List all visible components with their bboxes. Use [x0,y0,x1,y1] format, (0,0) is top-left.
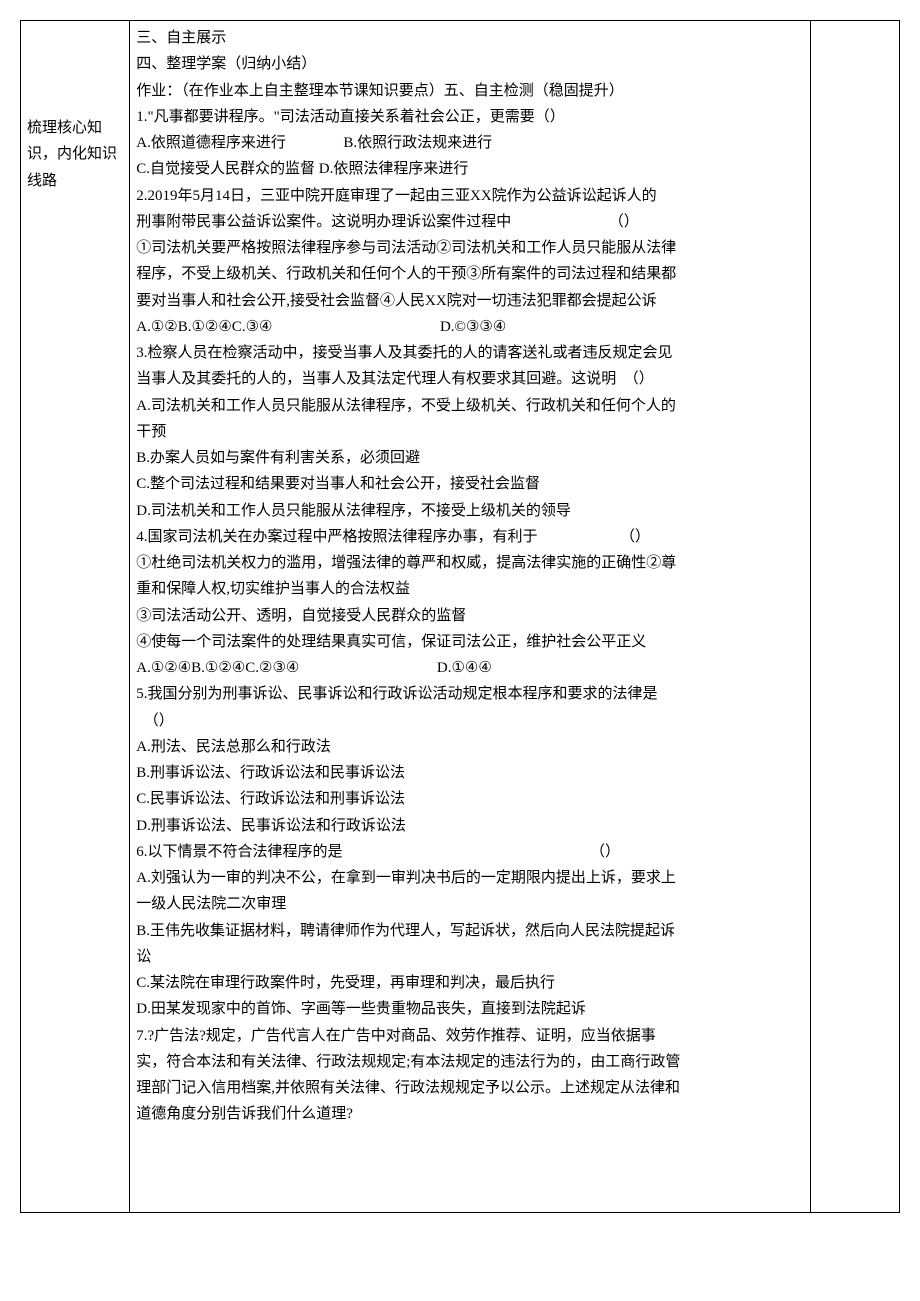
q5-line2: （） [136,708,804,734]
content-cell: 三、自主展示 四、整理学案（归纳小结） 作业：（在作业本上自主整理本节课知识要点… [130,21,811,1213]
q4-line3: 重和保障人权,切实维护当事人的合法权益 [136,576,804,602]
q4-opt-d: D.①④④ [437,660,492,676]
worksheet-table: 梳理核心知识，内化知识线路 三、自主展示 四、整理学案（归纳小结） 作业：（在作… [20,20,900,1213]
q2-line1: 2.2019年5月14日，三亚中院开庭审理了一起由三亚XX院作为公益诉讼起诉人的 [136,183,804,209]
q3-opt-a-line2: 干预 [136,419,804,445]
q4-opt-abc: A.①②④B.①②④C.②③④ [136,660,299,676]
q2-opt-d: D.©③③④ [440,319,506,335]
q2-line5: 要对当事人和社会公开,接受社会监督④人民XX院对一切违法犯罪都会提起公诉 [136,288,804,314]
q7-line4: 道德角度分别告诉我们什么道理? [136,1101,804,1127]
q5-line1: 5.我国分别为刑事诉讼、民事诉讼和行政诉讼活动规定根本程序和要求的法律是 [136,681,804,707]
q6-opt-c: C.某法院在审理行政案件时，先受理，再审理和判决，最后执行 [136,970,804,996]
q3-line1: 3.检察人员在检察活动中，接受当事人及其委托的人的请客送礼或者违反规定会见 [136,340,804,366]
q6-opt-b-line2: 讼 [136,944,804,970]
q3-opt-b: B.办案人员如与案件有利害关系，必须回避 [136,445,804,471]
q7-line1: 7.?广告法?规定，广告代言人在广告中对商品、效劳作推荐、证明，应当依据事 [136,1023,804,1049]
q6-opt-d: D.田某发现家中的首饰、字画等一些贵重物品丧失，直接到法院起诉 [136,996,804,1022]
q2-opt-abc: A.①②B.①②④C.③④ [136,319,272,335]
q4-line4: ③司法活动公开、透明，自觉接受人民群众的监督 [136,603,804,629]
q2-line2: 刑事附带民事公益诉讼案件。这说明办理诉讼案件过程中 （） [136,209,804,235]
q1-options-row2: C.自觉接受人民群众的监督 D.依照法律程序来进行 [136,156,804,182]
left-label: 梳理核心知识，内化知识线路 [27,115,123,194]
q2-line4: 程序，不受上级机关、行政机关和任何个人的干预③所有案件的司法过程和结果都 [136,261,804,287]
q5-opt-b: B.刑事诉讼法、行政诉讼法和民事诉讼法 [136,760,804,786]
q2-options: A.①②B.①②④C.③④ D.©③③④ [136,314,804,340]
q6-opt-a-line2: 一级人民法院二次审理 [136,891,804,917]
left-column-cell: 梳理核心知识，内化知识线路 [21,21,130,1213]
q2-line3: ①司法机关要严格按照法律程序参与司法活动②司法机关和工作人员只能服从法律 [136,235,804,261]
q1-stem: 1."凡事都要讲程序。"司法活动直接关系着社会公正，更需要（） [136,104,804,130]
q3-line2: 当事人及其委托的人的，当事人及其法定代理人有权要求其回避。这说明 （） [136,366,804,392]
section-4-heading: 四、整理学案（归纳小结） [136,51,804,77]
q4-line2: ①杜绝司法机关权力的滥用，增强法律的尊严和权威，提高法律实施的正确性②尊 [136,550,804,576]
q1-options-row1: A.依照道德程序来进行 B.依照行政法规来进行 [136,130,804,156]
q4-options: A.①②④B.①②④C.②③④ D.①④④ [136,655,804,681]
q6-opt-a-line1: A.刘强认为一审的判决不公，在拿到一审判决书后的一定期限内提出上诉，要求上 [136,865,804,891]
q1-opt-d: D.依照法律程序来进行 [319,161,469,177]
q6-opt-b-line1: B.王伟先收集证据材料，聘请律师作为代理人，写起诉状，然后向人民法院提起诉 [136,918,804,944]
q6-line1: 6.以下情景不符合法律程序的是 （） [136,839,804,865]
q1-opt-c: C.自觉接受人民群众的监督 [136,161,315,177]
q4-line5: ④使每一个司法案件的处理结果真实可信，保证司法公正，维护社会公平正义 [136,629,804,655]
right-column-cell [810,21,899,1213]
q3-opt-d: D.司法机关和工作人员只能服从法律程序，不接受上级机关的领导 [136,498,804,524]
q3-opt-a-line1: A.司法机关和工作人员只能服从法律程序，不受上级机关、行政机关和任何个人的 [136,393,804,419]
q3-opt-c: C.整个司法过程和结果要对当事人和社会公开，接受社会监督 [136,471,804,497]
q4-line1: 4.国家司法机关在办案过程中严格按照法律程序办事，有利于 （） [136,524,804,550]
section-3-heading: 三、自主展示 [136,25,804,51]
q5-opt-c: C.民事诉讼法、行政诉讼法和刑事诉讼法 [136,786,804,812]
q1-opt-b: B.依照行政法规来进行 [343,135,492,151]
q7-line2: 实，符合本法和有关法律、行政法规规定;有本法规定的违法行为的，由工商行政管 [136,1049,804,1075]
homework-line: 作业：（在作业本上自主整理本节课知识要点）五、自主检测（稳固提升） [136,78,804,104]
q5-opt-a: A.刑法、民法总那么和行政法 [136,734,804,760]
q1-opt-a: A.依照道德程序来进行 [136,135,286,151]
bottom-blank-space [136,1128,804,1208]
q7-line3: 理部门记入信用档案,并依照有关法律、行政法规规定予以公示。上述规定从法律和 [136,1075,804,1101]
q5-opt-d: D.刑事诉讼法、民事诉讼法和行政诉讼法 [136,813,804,839]
